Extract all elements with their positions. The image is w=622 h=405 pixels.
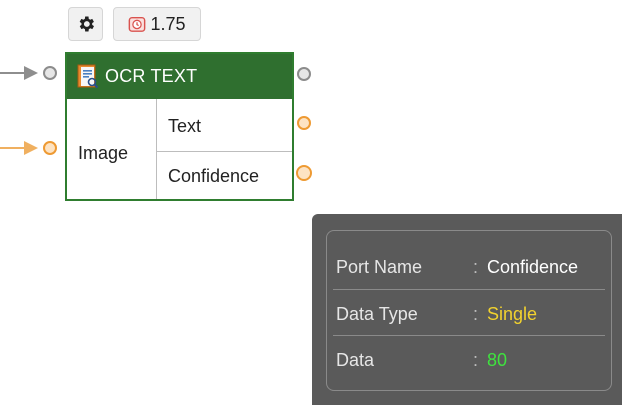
separator: : xyxy=(473,256,479,277)
port-name-value: Confidence xyxy=(487,256,579,277)
tooltip-divider xyxy=(333,289,605,290)
data-key: Data xyxy=(336,349,375,370)
image-wire-arrow xyxy=(24,141,38,155)
node-title: OCR TEXT xyxy=(105,66,198,86)
column-divider xyxy=(156,99,157,199)
tooltip-row-data: Data : 80 xyxy=(327,337,611,383)
tooltip-row-port-name: Port Name : Confidence xyxy=(327,244,611,290)
separator: : xyxy=(473,349,479,370)
data-type-value: Single xyxy=(487,303,538,324)
output-label-text: Text xyxy=(168,116,202,136)
execution-time-value: 1.75 xyxy=(150,13,186,34)
trigger-wire[interactable] xyxy=(0,72,26,74)
trigger-wire-arrow xyxy=(24,66,38,80)
data-type-key: Data Type xyxy=(336,303,418,324)
image-input-port[interactable] xyxy=(43,141,57,155)
input-label-image: Image xyxy=(78,143,129,163)
row-divider xyxy=(156,151,292,152)
confidence-output-port[interactable] xyxy=(296,165,312,181)
settings-button[interactable] xyxy=(68,7,103,41)
clock-icon xyxy=(129,16,146,32)
trigger-input-port[interactable] xyxy=(43,66,57,80)
ocr-text-node[interactable]: OCR TEXT Image Text Confidence xyxy=(65,52,294,201)
data-value: 80 xyxy=(487,349,508,370)
port-info-tooltip: Port Name : Confidence Data Type : Singl… xyxy=(312,214,622,405)
node-body: Image Text Confidence xyxy=(67,99,292,199)
image-wire[interactable] xyxy=(0,147,26,149)
port-name-key: Port Name xyxy=(336,256,423,277)
node-header[interactable]: OCR TEXT xyxy=(67,54,292,99)
gear-icon xyxy=(79,16,94,32)
output-label-confidence: Confidence xyxy=(168,166,260,186)
ocr-document-icon xyxy=(77,64,99,88)
trigger-output-port[interactable] xyxy=(297,67,311,81)
separator: : xyxy=(473,303,479,324)
execution-time-button[interactable]: 1.75 xyxy=(113,7,201,41)
tooltip-panel: Port Name : Confidence Data Type : Singl… xyxy=(326,230,612,391)
text-output-port[interactable] xyxy=(297,116,311,130)
tooltip-divider xyxy=(333,335,605,336)
tooltip-row-data-type: Data Type : Single xyxy=(327,291,611,337)
